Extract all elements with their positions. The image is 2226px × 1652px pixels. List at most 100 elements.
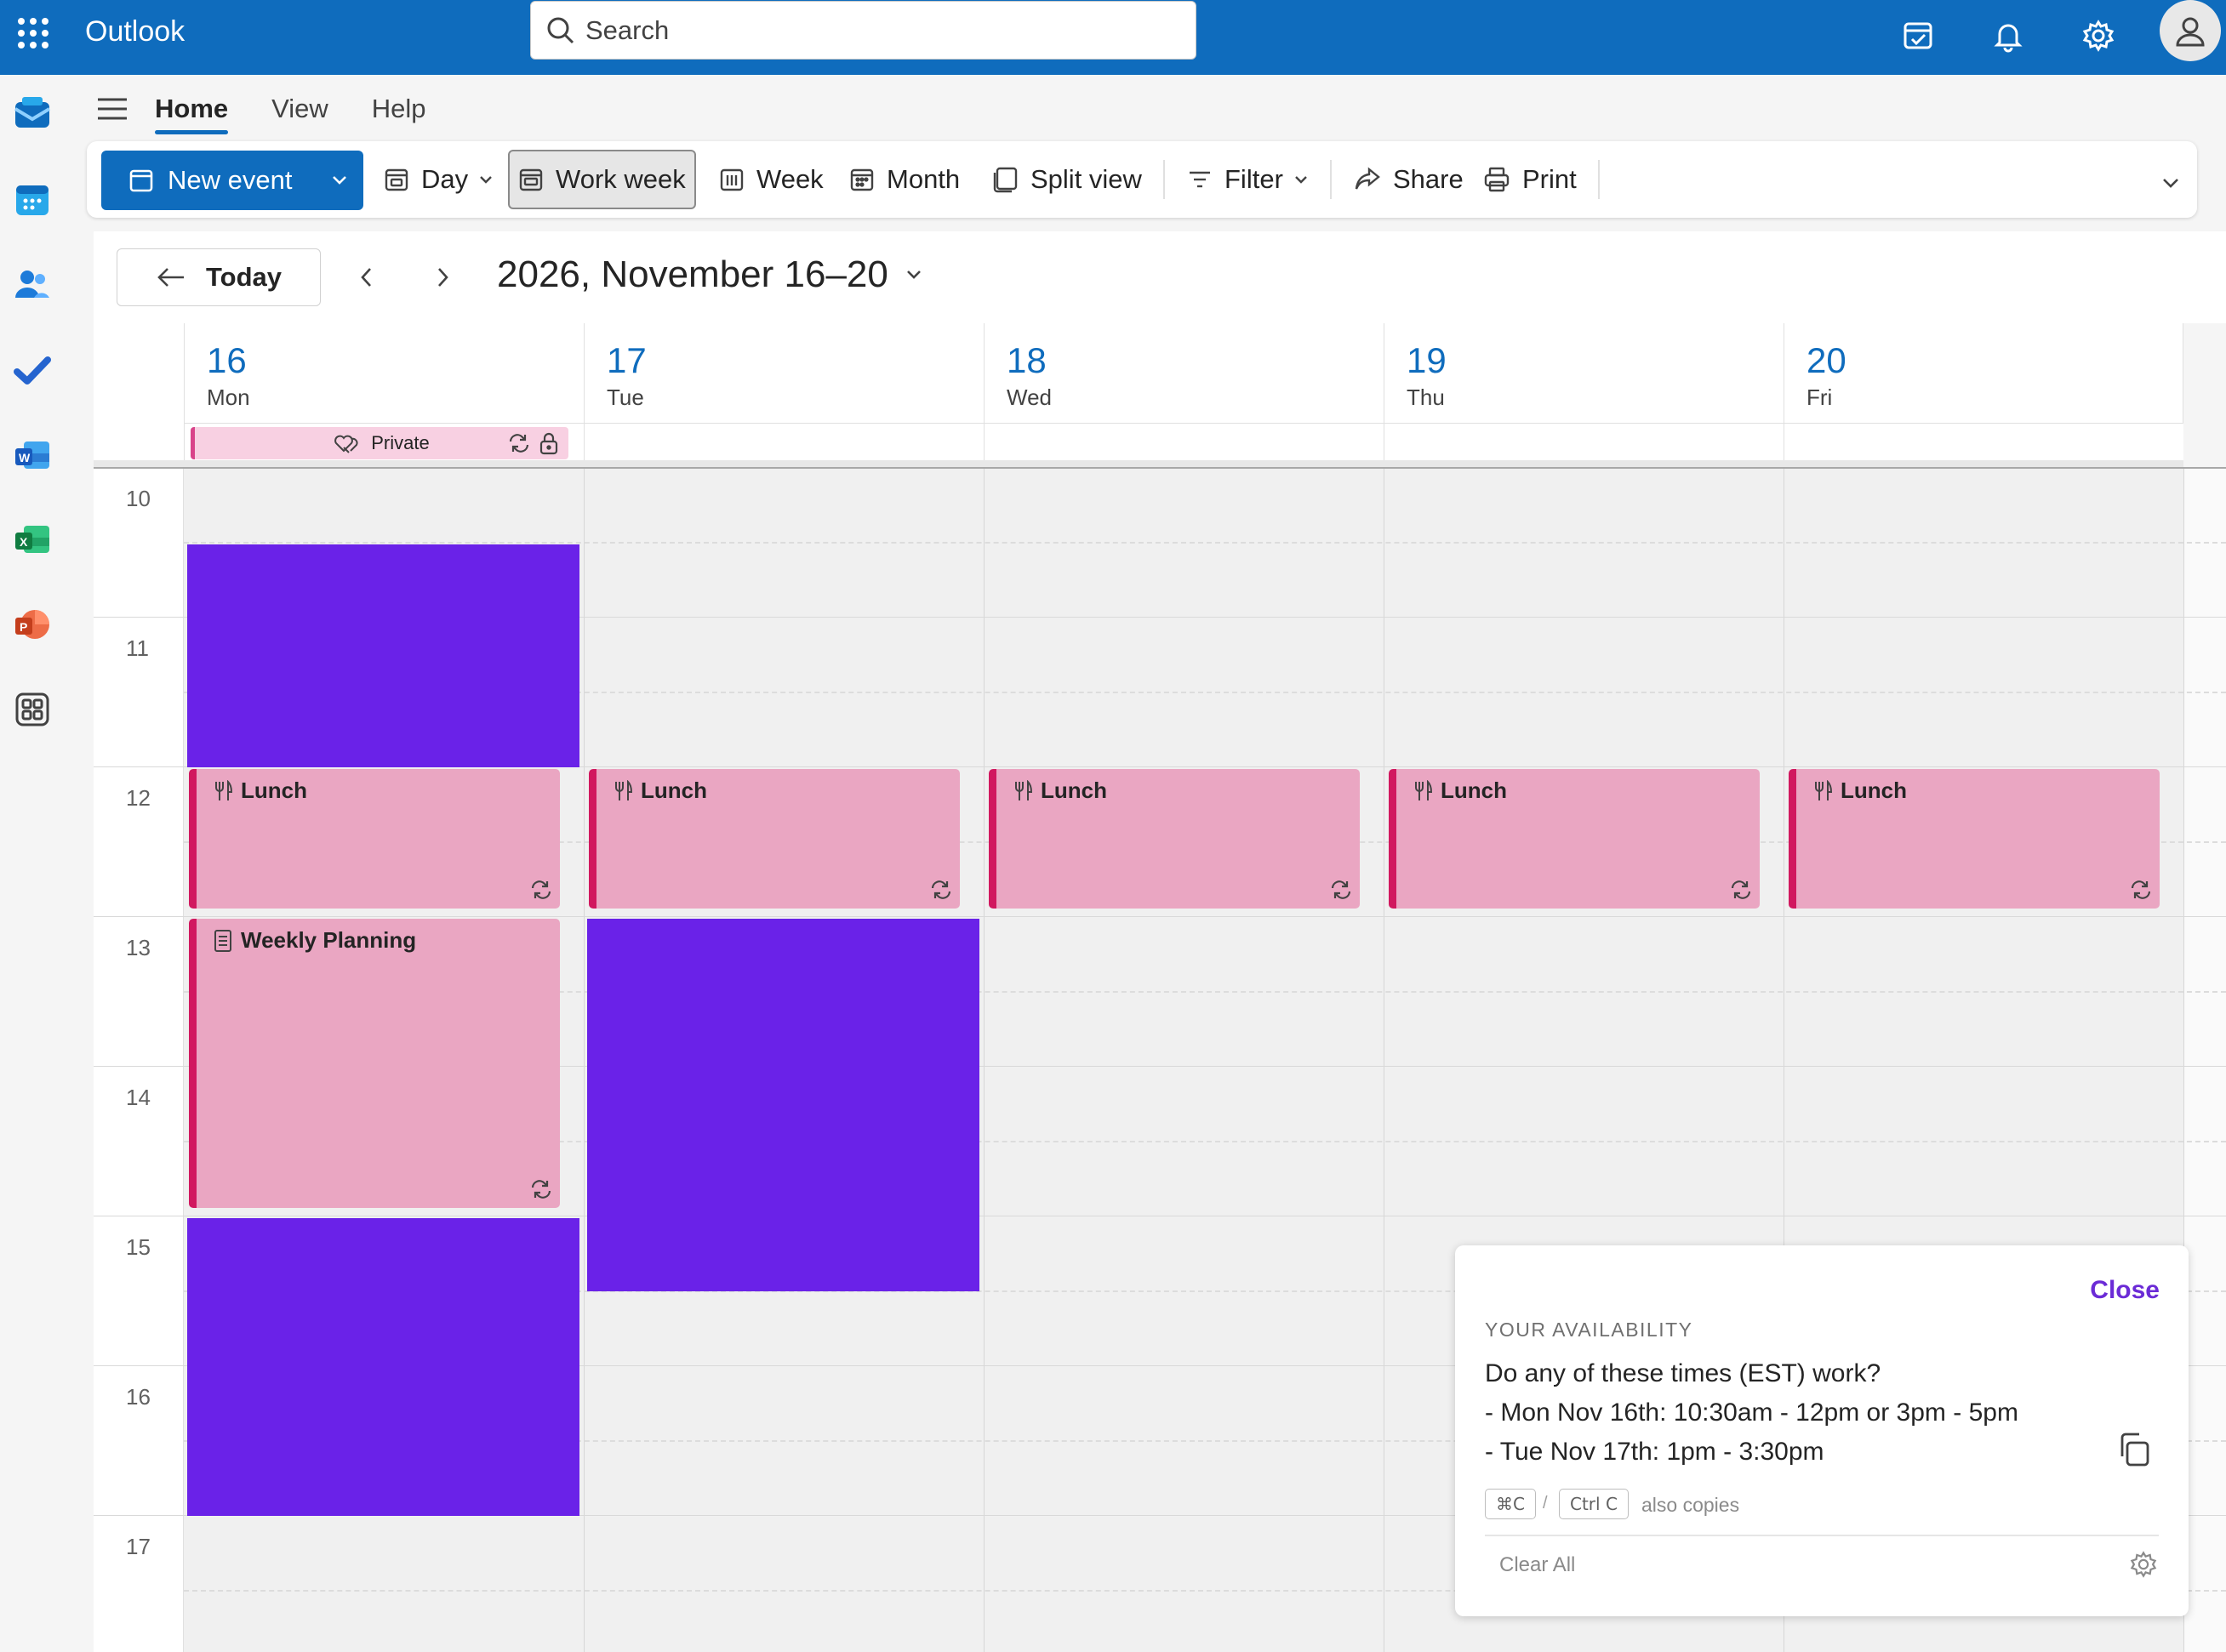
avatar[interactable] xyxy=(2160,0,2221,61)
split-view-button[interactable]: Split view xyxy=(983,150,1150,209)
day-number: 20 xyxy=(1806,340,1846,380)
hour-label: 17 xyxy=(126,1534,151,1559)
word-app-icon[interactable]: W xyxy=(12,435,53,476)
hearts-icon xyxy=(334,432,359,454)
weekly-planning-event[interactable]: Weekly Planning xyxy=(189,919,560,1208)
day-name: Mon xyxy=(207,385,250,410)
day-header[interactable]: 20 Fri xyxy=(1784,323,2183,423)
calendar-app-icon[interactable] xyxy=(12,179,53,220)
day-header[interactable]: 17 Tue xyxy=(584,323,984,423)
scrollbar-track[interactable] xyxy=(2184,467,2226,1652)
search-box[interactable] xyxy=(530,1,1196,60)
recurring-icon xyxy=(929,878,953,902)
new-event-dropdown-chevron-icon[interactable] xyxy=(316,151,363,210)
ribbon-divider xyxy=(1163,160,1165,199)
todo-app-icon[interactable] xyxy=(12,350,53,390)
availability-slot-block[interactable] xyxy=(187,1218,579,1516)
recurring-icon xyxy=(1729,878,1753,902)
event-title: Weekly Planning xyxy=(241,927,417,953)
event-title: Lunch xyxy=(241,778,307,803)
shortcut-key-mac: ⌘C xyxy=(1485,1489,1536,1519)
powerpoint-app-icon[interactable]: P xyxy=(12,604,53,645)
week-view-label: Week xyxy=(756,164,824,194)
shortcut-separator: / xyxy=(1543,1494,1548,1512)
close-button[interactable]: Close xyxy=(2090,1276,2160,1305)
event-title: Lunch xyxy=(1841,778,1907,803)
excel-app-icon[interactable]: X xyxy=(12,519,53,560)
clear-all-button[interactable]: Clear All xyxy=(1499,1553,1575,1577)
hour-label: 12 xyxy=(126,785,151,811)
day-header[interactable]: 18 Wed xyxy=(984,323,1384,423)
filter-button[interactable]: Filter xyxy=(1179,150,1329,209)
split-view-icon xyxy=(991,166,1030,193)
nav-tabs: Home View Help xyxy=(85,75,470,143)
day-header[interactable]: 19 Thu xyxy=(1384,323,1784,423)
recurring-icon xyxy=(529,1177,553,1201)
work-week-view-button[interactable]: Work week xyxy=(508,150,696,209)
bell-icon[interactable] xyxy=(1984,12,2032,60)
availability-slot-block[interactable] xyxy=(187,544,579,767)
mail-app-icon[interactable] xyxy=(12,94,53,134)
calendar-week-icon xyxy=(719,167,756,192)
hour-label: 13 xyxy=(126,935,151,960)
tab-view[interactable]: View xyxy=(271,85,328,133)
app-launcher-icon[interactable] xyxy=(17,17,49,49)
availability-panel: Close YOUR AVAILABILITY Do any of these … xyxy=(1455,1245,2189,1616)
copy-icon[interactable] xyxy=(2115,1431,2155,1470)
more-apps-icon[interactable] xyxy=(12,689,53,730)
day-header[interactable]: 16 Mon xyxy=(184,323,584,423)
new-event-button[interactable]: New event xyxy=(101,151,363,210)
all-day-cell[interactable] xyxy=(1784,423,2183,460)
week-view-button[interactable]: Week xyxy=(711,150,832,209)
lunch-event[interactable]: Lunch xyxy=(589,769,960,909)
hour-label: 15 xyxy=(126,1234,151,1260)
date-range-label: 2026, November 16–20 xyxy=(497,253,888,295)
availability-slot-block[interactable] xyxy=(587,919,979,1291)
gear-icon[interactable] xyxy=(2129,1550,2158,1579)
fork-knife-icon xyxy=(214,779,241,802)
notes-icon xyxy=(214,929,241,953)
all-day-cell[interactable] xyxy=(984,423,1384,460)
lunch-event[interactable]: Lunch xyxy=(1389,769,1760,909)
chevron-down-icon xyxy=(1293,174,1321,185)
private-all-day-event[interactable]: Private xyxy=(191,427,568,459)
lunch-event[interactable]: Lunch xyxy=(1789,769,2160,909)
ribbon-expand-chevron-icon[interactable] xyxy=(2160,175,2183,199)
fork-knife-icon xyxy=(1813,779,1841,802)
recurring-icon xyxy=(507,431,531,455)
my-day-icon[interactable] xyxy=(1894,12,1942,60)
previous-range-chevron-icon[interactable] xyxy=(350,260,384,294)
search-input[interactable] xyxy=(585,14,1173,46)
next-range-chevron-icon[interactable] xyxy=(425,260,459,294)
hamburger-menu-icon[interactable] xyxy=(85,85,140,133)
date-range-picker[interactable]: 2026, November 16–20 xyxy=(497,252,922,298)
new-event-label: New event xyxy=(168,165,293,195)
share-button[interactable]: Share xyxy=(1345,150,1472,209)
private-event-label: Private xyxy=(371,432,430,453)
share-label: Share xyxy=(1393,164,1464,194)
lunch-event[interactable]: Lunch xyxy=(989,769,1360,909)
day-column-divider xyxy=(584,467,585,1652)
lunch-event[interactable]: Lunch xyxy=(189,769,560,909)
all-day-divider xyxy=(94,460,2183,467)
all-day-cell[interactable] xyxy=(584,423,984,460)
day-view-button[interactable]: Day xyxy=(375,150,514,209)
print-button[interactable]: Print xyxy=(1475,150,1585,209)
tab-help[interactable]: Help xyxy=(372,85,426,133)
panel-divider xyxy=(1485,1535,2159,1536)
recurring-icon xyxy=(1329,878,1353,902)
people-app-icon[interactable] xyxy=(12,264,53,305)
day-name: Tue xyxy=(607,385,644,410)
today-button[interactable]: Today xyxy=(117,248,321,306)
app-rail: W X P xyxy=(0,75,65,1652)
day-name: Wed xyxy=(1007,385,1052,410)
svg-text:W: W xyxy=(19,451,31,464)
month-view-button[interactable]: Month xyxy=(841,150,968,209)
gear-icon[interactable] xyxy=(2075,12,2122,60)
day-name: Thu xyxy=(1407,385,1445,410)
availability-heading: YOUR AVAILABILITY xyxy=(1485,1319,1693,1341)
filter-icon xyxy=(1187,167,1224,192)
tab-home[interactable]: Home xyxy=(155,85,229,134)
half-hour-line xyxy=(184,542,2226,544)
all-day-cell[interactable] xyxy=(1384,423,1784,460)
